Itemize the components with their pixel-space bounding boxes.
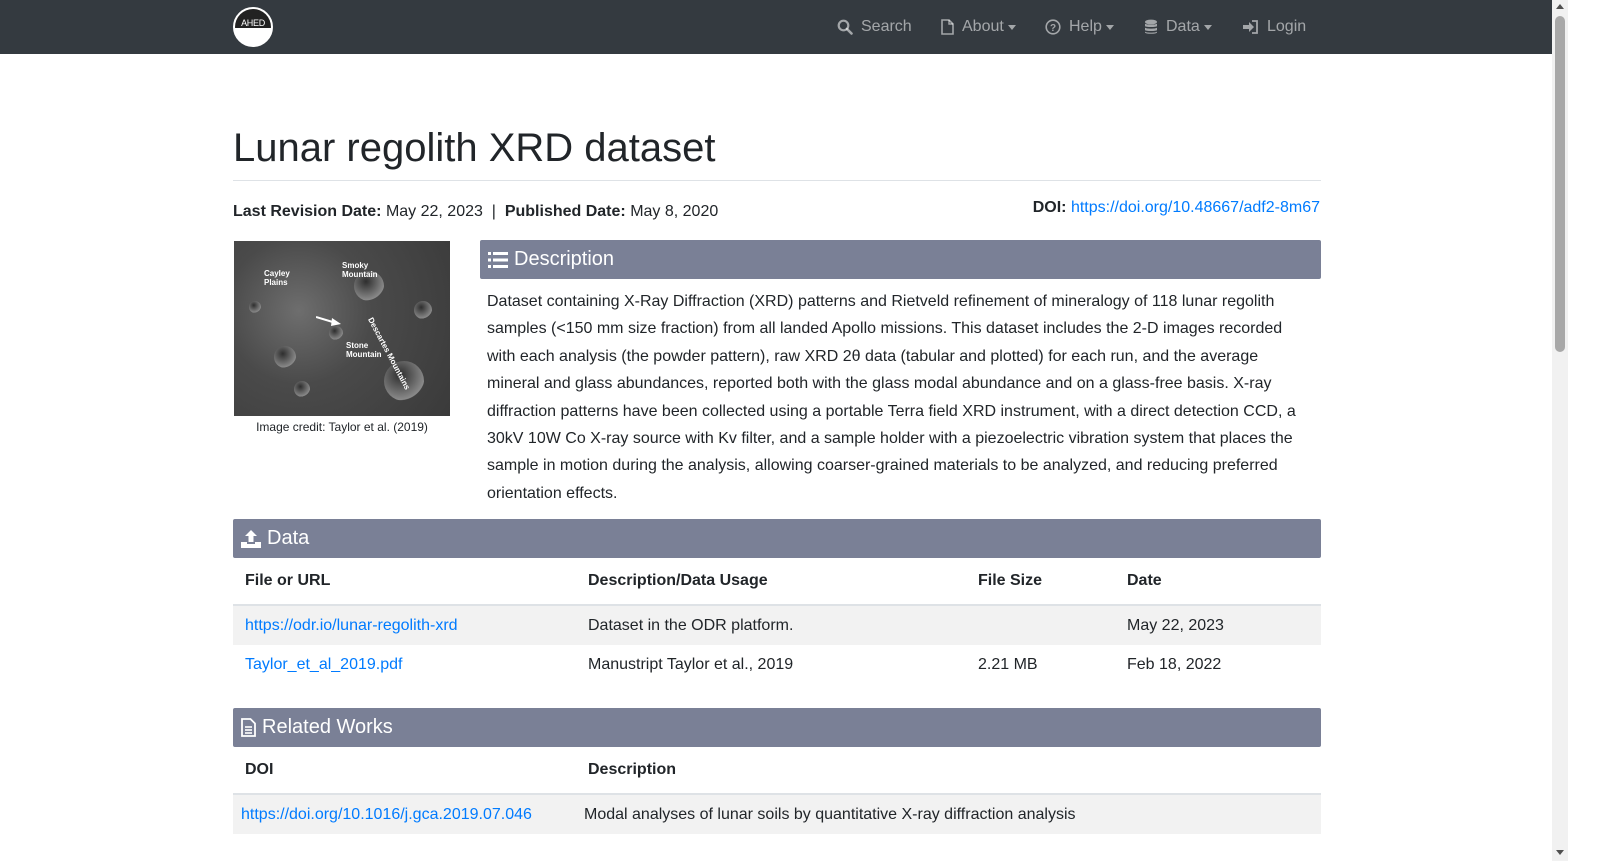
nav-login-label: Login (1267, 18, 1307, 35)
table-header-row: DOI Description (233, 747, 1321, 795)
chevron-down-icon (1007, 24, 1016, 30)
nav-data-label: Data (1166, 18, 1200, 35)
description-text: Dataset containing X-Ray Diffraction (XR… (487, 293, 1296, 502)
table-row: https://doi.org/10.1016/j.gca.2019.07.04… (233, 794, 1321, 834)
ahed-logo[interactable]: AHED (233, 7, 273, 47)
date-separator: | (491, 203, 496, 220)
doi-link[interactable]: https://doi.org/10.48667/adf2-8m67 (1071, 199, 1320, 216)
nav-search[interactable]: Search (837, 0, 912, 54)
crater (294, 381, 310, 397)
nav-data[interactable]: Data (1144, 0, 1212, 54)
nav-help[interactable]: ? Help (1045, 0, 1114, 54)
table-cell: Taylor_et_al_2019.pdf (233, 645, 576, 684)
crater (249, 301, 261, 313)
list-icon (488, 251, 508, 268)
file-link[interactable]: Taylor_et_al_2019.pdf (245, 656, 402, 673)
nav-about-label: About (962, 18, 1004, 35)
last-revision-label: Last Revision Date: (233, 203, 382, 220)
column-header: Description/Data Usage (576, 558, 966, 606)
table-row: https://odr.io/lunar-regolith-xrd Datase… (233, 605, 1321, 645)
table-cell: 2.21 MB (978, 655, 1038, 673)
file-link[interactable]: https://odr.io/lunar-regolith-xrd (245, 617, 458, 634)
doi-label: DOI: (1032, 199, 1067, 216)
column-header: Date (1115, 558, 1321, 606)
crater (414, 301, 432, 319)
related-works-table: DOI Description https://doi.org/10.1016/… (233, 747, 1321, 834)
data-header: Data (233, 519, 1321, 558)
description-header: Description (480, 240, 1321, 279)
question-circle-icon: ? (1045, 19, 1061, 35)
sign-in-icon (1243, 20, 1258, 34)
image-label: Cayley Plains (264, 269, 290, 287)
table-cell (966, 605, 1115, 645)
scroll-down-arrow-icon[interactable] (1556, 850, 1564, 855)
crater (329, 326, 343, 340)
data-table: File or URL Description/Data Usage File … (233, 558, 1321, 684)
search-icon (837, 19, 853, 35)
navbar: AHED Search About ? Help Data Login (0, 0, 1552, 54)
published-value: May 8, 2020 (630, 203, 719, 220)
image-label: Smoky Mountain (342, 261, 378, 279)
arrow-icon (316, 316, 341, 326)
column-header: File Size (966, 558, 1115, 606)
column-header: Description (576, 747, 1321, 795)
table-cell: https://doi.org/10.1016/j.gca.2019.07.04… (233, 794, 576, 834)
nav-about[interactable]: About (941, 0, 1016, 54)
column-header: File or URL (233, 558, 576, 606)
table-header-row: File or URL Description/Data Usage File … (233, 558, 1321, 606)
crater (274, 346, 296, 368)
file-icon (941, 19, 954, 35)
image-label: Stone Mountain (346, 341, 382, 359)
table-cell: Modal analyses of lunar soils by quantit… (576, 794, 1321, 834)
related-doi-link[interactable]: https://doi.org/10.1016/j.gca.2019.07.04… (241, 806, 532, 823)
published-label: Published Date: (504, 203, 626, 220)
table-cell: May 22, 2023 (1115, 605, 1321, 645)
column-header: DOI (233, 747, 576, 795)
nav-help-label: Help (1069, 18, 1102, 35)
image-credit: Image credit: Taylor et al. (2019) (256, 420, 428, 434)
doi-line: DOI: https://doi.org/10.48667/adf2-8m67 (1033, 198, 1320, 218)
file-text-icon (241, 718, 256, 737)
nav-login[interactable]: Login (1242, 0, 1306, 54)
last-revision-value: May 22, 2023 (385, 203, 483, 220)
svg-text:?: ? (1050, 23, 1056, 34)
related-works-header: Related Works (233, 708, 1321, 747)
table-cell: https://odr.io/lunar-regolith-xrd (233, 605, 576, 645)
chevron-down-icon (1203, 24, 1212, 30)
scroll-up-arrow-icon[interactable] (1556, 4, 1564, 9)
data-heading: Data (267, 527, 310, 549)
page-title: Lunar regolith XRD dataset (233, 126, 716, 170)
description-heading: Description (514, 248, 615, 270)
upload-icon (241, 529, 261, 548)
related-works-heading: Related Works (262, 716, 393, 738)
title-divider (233, 180, 1321, 181)
nav-search-label: Search (861, 18, 912, 35)
lunar-surface-image: Cayley Plains Smoky Mountain Descartes M… (234, 241, 450, 416)
logo-text: AHED (241, 18, 265, 28)
table-cell: Dataset in the ODR platform. (576, 605, 966, 645)
table-cell: Manustript Taylor et al., 2019 (588, 655, 794, 673)
scrollbar-thumb[interactable] (1555, 16, 1565, 352)
chevron-down-icon (1105, 24, 1114, 30)
dates-line: Last Revision Date: May 22, 2023 | Publi… (233, 202, 718, 222)
page-scrollbar[interactable] (1552, 0, 1568, 861)
database-icon (1145, 19, 1157, 34)
table-row: Taylor_et_al_2019.pdf Manustript Taylor … (233, 645, 1321, 684)
table-cell: Feb 18, 2022 (1127, 655, 1222, 673)
